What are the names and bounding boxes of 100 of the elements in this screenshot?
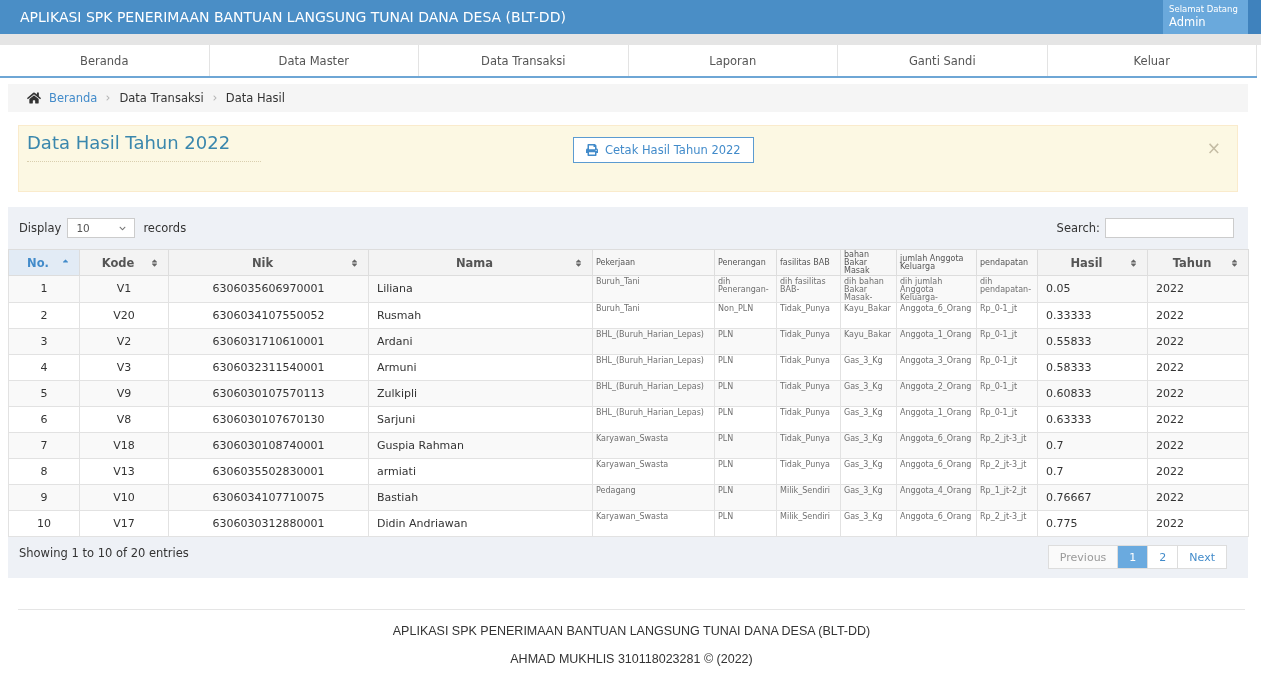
table-cell: Tidak_Punya (776, 354, 841, 381)
table-cell: Rp_0-1_jt (976, 406, 1038, 433)
table-cell: 6306032311540001 (168, 354, 369, 381)
length-label: records (143, 221, 187, 235)
column-header: jumlah Anggota Keluarga (896, 249, 977, 276)
table-cell: 0.60833 (1037, 380, 1148, 407)
table-cell: 2022 (1147, 380, 1249, 407)
table-cell: Zulkipli (368, 380, 593, 407)
chevron-right-icon (105, 95, 112, 101)
welcome-text: Selamat Datang (1169, 4, 1239, 15)
records-select[interactable]: 10 (67, 218, 136, 238)
table-cell: 10 (8, 510, 80, 537)
column-header: pendapatan (976, 249, 1038, 276)
table-cell: 6306035502830001 (168, 458, 369, 485)
table-cell: 6306030312880001 (168, 510, 369, 537)
table-cell: Armuni (368, 354, 593, 381)
home-icon (27, 91, 41, 105)
column-header[interactable]: Nama (368, 249, 593, 276)
sort-icon (574, 258, 583, 267)
breadcrumb-item: Data Transaksi (119, 91, 204, 105)
table-cell: 0.76667 (1037, 484, 1148, 511)
table-cell: 2022 (1147, 458, 1249, 485)
column-header[interactable]: Kode (79, 249, 169, 276)
printer-icon (586, 144, 598, 156)
search-label: Search: (1056, 221, 1100, 235)
table-cell: BHL_(Buruh_Harian_Lepas) (592, 354, 715, 381)
table-cell: V8 (79, 406, 169, 433)
table-cell: Tidak_Punya (776, 432, 841, 459)
table-cell: 0.7 (1037, 458, 1148, 485)
nav-link[interactable]: Keluar (1047, 45, 1257, 76)
table-cell: Tidak_Punya (776, 328, 841, 355)
table-cell: Anggota_6_Orang (896, 510, 977, 537)
table-cell: Milik_Sendiri (776, 510, 841, 537)
page-button[interactable]: 2 (1147, 545, 1179, 569)
table-cell: Rp_0-1_jt (976, 328, 1038, 355)
table-cell: Anggota_1_Orang (896, 406, 977, 433)
table-cell: Rp_2_jt-3_jt (976, 458, 1038, 485)
table-cell: Gas_3_Kg (840, 432, 897, 459)
table-cell: 0.55833 (1037, 328, 1148, 355)
nav-link[interactable]: Ganti Sandi (838, 45, 1048, 76)
next-button[interactable]: Next (1177, 545, 1227, 569)
table-cell: 2 (8, 302, 80, 329)
column-header[interactable]: Tahun (1147, 249, 1249, 276)
sort-icon (350, 258, 359, 267)
column-header: Pekerjaan (592, 249, 715, 276)
table-cell: 4 (8, 354, 80, 381)
table-cell: 0.33333 (1037, 302, 1148, 329)
table-cell: Tidak_Punya (776, 302, 841, 329)
table-cell: 6306034107710075 (168, 484, 369, 511)
table-cell: 2022 (1147, 275, 1249, 303)
table-cell: 6306034107550052 (168, 302, 369, 329)
column-header[interactable]: Hasil (1037, 249, 1148, 276)
table-cell: Anggota_6_Orang (896, 432, 977, 459)
nav-link[interactable]: Data Master (209, 45, 419, 76)
table-cell: 2022 (1147, 328, 1249, 355)
table-cell: V13 (79, 458, 169, 485)
table-cell: 2022 (1147, 406, 1249, 433)
table-cell: Anggota_1_Orang (896, 328, 977, 355)
table-cell: Karyawan_Swasta (592, 510, 715, 537)
table-cell: PLN (714, 380, 777, 407)
breadcrumb-link[interactable]: Beranda (49, 91, 98, 105)
table-cell: Anggota_6_Orang (896, 302, 977, 329)
table-cell: 0.58333 (1037, 354, 1148, 381)
table-cell: Rp_2_jt-3_jt (976, 432, 1038, 459)
column-header: fasilitas BAB (776, 249, 841, 276)
table-cell: Anggota_6_Orang (896, 458, 977, 485)
table-cell: Rp_0-1_jt (976, 302, 1038, 329)
table-cell: Tidak_Punya (776, 380, 841, 407)
table-cell: Gas_3_Kg (840, 380, 897, 407)
column-header: bahan Bakar Masak (840, 249, 897, 276)
table-cell: Pedagang (592, 484, 715, 511)
nav-link[interactable]: Laporan (628, 45, 838, 76)
table-cell: 6306030107570113 (168, 380, 369, 407)
table-cell: 7 (8, 432, 80, 459)
table-cell: 0.05 (1037, 275, 1148, 303)
table-cell: V3 (79, 354, 169, 381)
nav-link[interactable]: Data Transaksi (419, 45, 629, 76)
table-cell: 3 (8, 328, 80, 355)
table-cell: Gas_3_Kg (840, 406, 897, 433)
table-cell: 2022 (1147, 510, 1249, 537)
table-cell: Liliana (368, 275, 593, 303)
table-cell: 6306035606970001 (168, 275, 369, 303)
nav-link[interactable]: Beranda (0, 45, 210, 76)
table-cell: BHL_(Buruh_Harian_Lepas) (592, 380, 715, 407)
table-cell: 6306031710610001 (168, 328, 369, 355)
search-field[interactable] (1105, 218, 1234, 238)
table-cell: V18 (79, 432, 169, 459)
print-button[interactable]: Cetak Hasil Tahun 2022 (573, 137, 754, 163)
table-cell: Kayu_Bakar (840, 302, 897, 329)
table-cell: Karyawan_Swasta (592, 432, 715, 459)
table-cell: V17 (79, 510, 169, 537)
column-header[interactable]: Nik (168, 249, 369, 276)
table-cell: Buruh_Tani (592, 302, 715, 329)
table-cell: Anggota_2_Orang (896, 380, 977, 407)
table-cell: 2022 (1147, 484, 1249, 511)
table-cell: Gas_3_Kg (840, 458, 897, 485)
table-cell: 6306030107670130 (168, 406, 369, 433)
table-cell: Kayu_Bakar (840, 328, 897, 355)
table-cell: V20 (79, 302, 169, 329)
sort-icon (150, 258, 159, 267)
